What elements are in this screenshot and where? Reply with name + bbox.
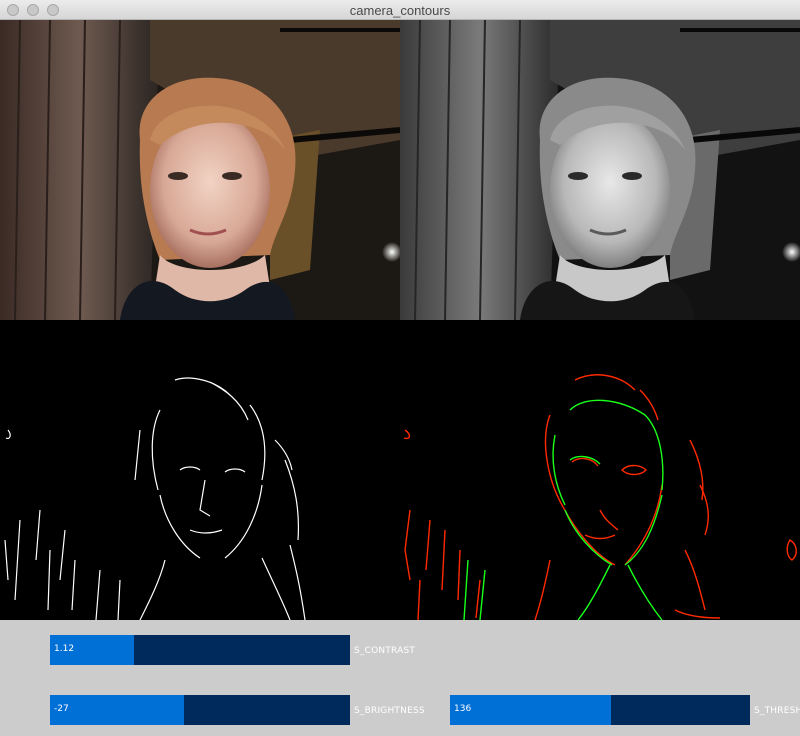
contrast-value: 1.12 — [54, 644, 75, 654]
threshold-slider[interactable]: 136 — [450, 695, 750, 725]
grayscale-view — [400, 20, 800, 320]
contrast-slider[interactable]: 1.12 — [50, 635, 350, 665]
contours-view — [400, 320, 800, 620]
brightness-value: -27 — [54, 704, 69, 714]
threshold-slider-fill — [450, 695, 611, 725]
threshold-value: 136 — [454, 704, 472, 714]
color-camera-view — [0, 20, 400, 320]
brightness-label: S_BRIGHTNESS — [354, 706, 425, 716]
threshold-label: S_THRESHOLD — [754, 706, 800, 716]
brightness-slider-fill — [50, 695, 184, 725]
brightness-slider[interactable]: -27 — [50, 695, 350, 725]
edges-view — [0, 320, 400, 620]
window-titlebar: camera_contours — [0, 0, 800, 20]
window-title: camera_contours — [349, 3, 451, 18]
contrast-label: S_CONTRAST — [354, 646, 416, 656]
